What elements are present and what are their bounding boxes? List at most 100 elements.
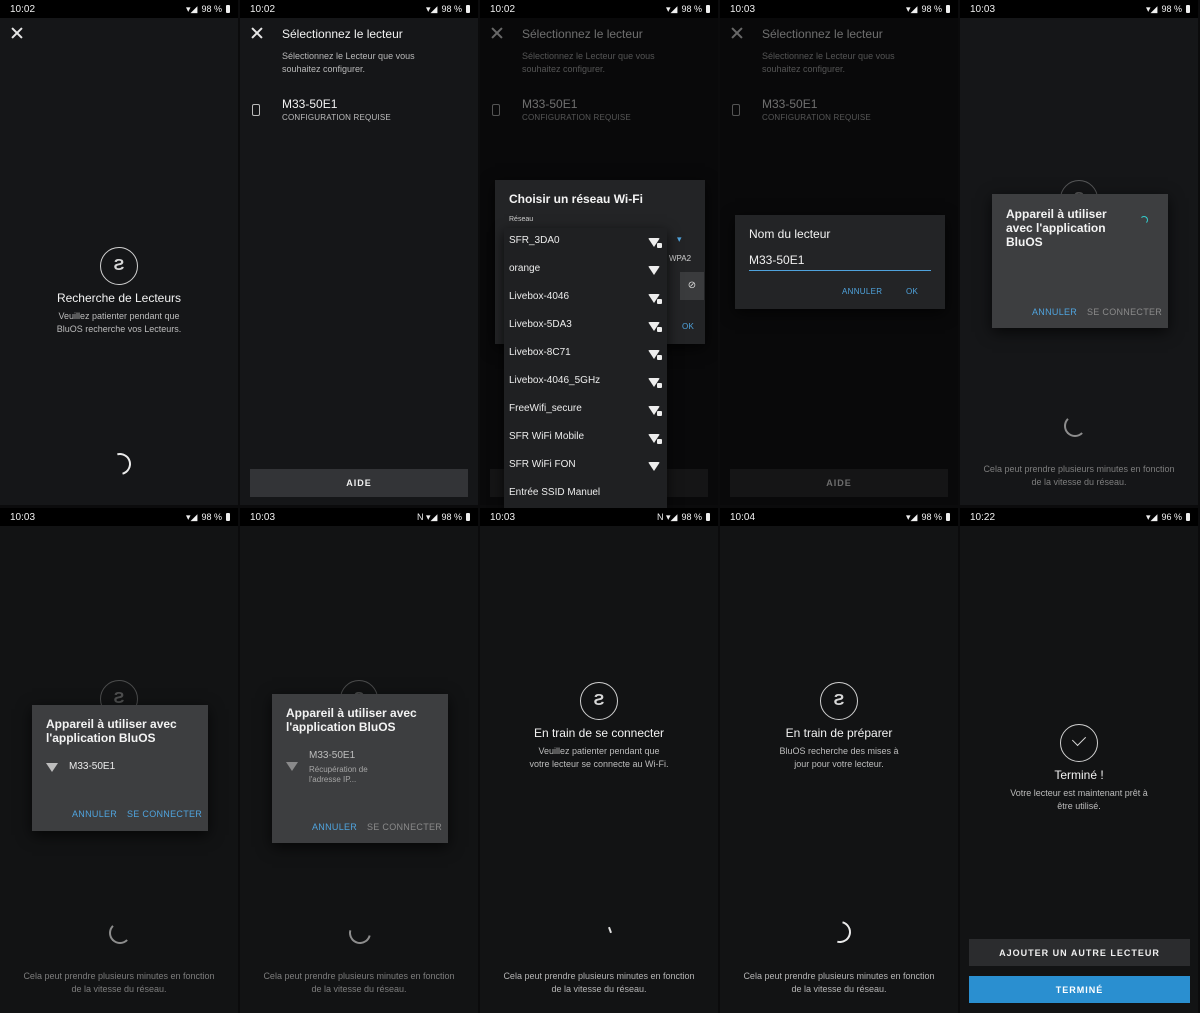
network-item[interactable]: Livebox-5DA3 [509, 319, 572, 330]
wifi-signal-icon [648, 462, 660, 471]
battery-level: 98 % [921, 512, 942, 522]
network-item[interactable]: Livebox-4046 [509, 291, 569, 302]
cancel-button[interactable]: ANNULER [312, 822, 357, 832]
device-name: M33-50E1 [309, 750, 356, 761]
done-subtitle: Votre lecteur est maintenant prêt à être… [1010, 788, 1148, 811]
screen-connecting: 10:03 N ▾◢ 98 % Ƨ En train de se connecte… [480, 508, 718, 1013]
ok-button-partial[interactable]: OK [682, 322, 694, 331]
loading-spinner [1064, 415, 1086, 437]
battery-level: 98 % [441, 4, 462, 14]
clock: 10:03 [730, 3, 756, 15]
status-bar: 10:03 N ▾◢ 98 % [240, 508, 478, 526]
nfc-wifi-status-icon: N ▾◢ [657, 511, 678, 522]
lock-icon [657, 439, 662, 444]
done-button[interactable]: TERMINÉ [969, 976, 1190, 1003]
status-bar: 10:02 ▾◢ 98 % [240, 0, 478, 18]
pair-dialog: Appareil à utiliser avec l'application B… [272, 694, 448, 843]
cancel-button[interactable]: ANNULER [842, 287, 882, 296]
loading-spinner [344, 917, 376, 949]
cancel-button[interactable]: ANNULER [72, 809, 117, 819]
battery-level: 98 % [201, 4, 222, 14]
player-name-input[interactable]: M33-50E1 [749, 253, 931, 271]
network-item[interactable]: SFR WiFi Mobile [509, 431, 584, 442]
battery-level: 98 % [681, 4, 702, 14]
wifi-status-icon: ▾◢ [186, 511, 198, 522]
lock-icon [657, 327, 662, 332]
dropdown-arrow-icon[interactable]: ▾ [677, 234, 682, 245]
network-item[interactable]: FreeWifi_secure [509, 403, 582, 414]
connect-button[interactable]: SE CONNECTER [367, 822, 442, 832]
clock: 10:03 [490, 511, 516, 523]
device-name[interactable]: M33-50E1 [69, 761, 115, 772]
connect-button[interactable]: SE CONNECTER [127, 809, 202, 819]
pair-dialog-title: Appareil à utiliser avec l'application B… [286, 706, 417, 734]
network-item[interactable]: Livebox-8C71 [509, 347, 571, 358]
wifi-dialog-title: Choisir un réseau Wi-Fi [509, 192, 643, 206]
security-type: WPA2 [669, 254, 692, 263]
wifi-status-icon: ▾◢ [906, 3, 918, 14]
searching-title: Recherche de Lecteurs [56, 291, 182, 305]
screen-preparing: 10:04 ▾◢ 98 % Ƨ En train de préparer BluO… [720, 508, 958, 1013]
connect-button[interactable]: SE CONNECTER [1087, 307, 1162, 317]
clock: 10:03 [250, 511, 276, 523]
clock: 10:02 [490, 3, 516, 15]
name-dialog-title: Nom du lecteur [749, 227, 831, 241]
screen-pair-device: 10:03 ▾◢ 98 % Ƨ Cela peut prendre plusieu… [0, 508, 238, 1013]
nfc-wifi-status-icon: N ▾◢ [417, 511, 438, 522]
close-icon[interactable] [250, 26, 264, 40]
page-subtitle: Sélectionnez le Lecteur que vous souhait… [282, 51, 415, 74]
battery-icon [706, 5, 710, 13]
battery-icon [226, 5, 230, 13]
battery-level: 96 % [1161, 512, 1182, 522]
wifi-icon [46, 763, 58, 772]
lock-icon [657, 299, 662, 304]
network-item[interactable]: Livebox-4046_5GHz [509, 375, 600, 386]
player-name: M33-50E1 [282, 97, 338, 111]
wifi-status-icon: ▾◢ [426, 3, 438, 14]
battery-icon [466, 513, 470, 521]
clock: 10:04 [730, 511, 756, 523]
status-bar: 10:03 ▾◢ 98 % [0, 508, 238, 526]
clock: 10:03 [970, 3, 996, 15]
cancel-button[interactable]: ANNULER [1032, 307, 1077, 317]
loading-spinner [104, 448, 136, 480]
network-item[interactable]: SFR_3DA0 [509, 235, 560, 246]
player-list-item[interactable]: M33-50E1 CONFIGURATION REQUISE [252, 96, 468, 130]
wifi-signal-icon [648, 266, 660, 275]
screen-select-player: 10:02 ▾◢ 98 % Sélectionnez le lecteur Sél… [240, 0, 478, 505]
screen-pair-ip: 10:03 N ▾◢98 % Ƨ Cela peut prendre plusi… [240, 508, 478, 1013]
network-item[interactable]: SFR WiFi FON [509, 459, 576, 470]
network-label: Réseau [509, 216, 534, 223]
manual-ssid-item[interactable]: Entrée SSID Manuel [509, 487, 600, 498]
done-title: Terminé ! [1054, 768, 1104, 782]
ok-button[interactable]: OK [906, 287, 918, 296]
battery-icon [946, 5, 950, 13]
searching-subtitle: Veuillez patienter pendant que BluOS rec… [56, 311, 182, 334]
wifi-network-list: SFR_3DA0 orange Livebox-4046 Livebox-5DA… [504, 228, 667, 508]
preparing-title: En train de préparer [785, 726, 893, 740]
lock-icon [657, 383, 662, 388]
battery-level: 98 % [681, 512, 702, 522]
help-button[interactable]: AIDE [250, 469, 468, 497]
speaker-icon [252, 104, 260, 116]
lock-icon [657, 355, 662, 360]
wifi-icon [286, 762, 298, 771]
lock-icon [657, 411, 662, 416]
status-bar: 10:03 ▾◢ 98 % [720, 0, 958, 18]
player-status: CONFIGURATION REQUISE [282, 113, 391, 122]
status-bar: 10:02 ▾◢ 98 % [0, 0, 238, 18]
connecting-subtitle: Veuillez patienter pendant que votre lec… [529, 746, 669, 769]
screen-done: 10:22 ▾◢ 96 % Terminé ! Votre lecteur est… [960, 508, 1198, 1013]
pair-dialog: Appareil à utiliser avec l'application B… [32, 705, 208, 831]
battery-icon [226, 513, 230, 521]
close-icon[interactable] [10, 26, 24, 40]
clock: 10:02 [250, 3, 276, 15]
duration-note: Cela peut prendre plusieurs minutes en f… [743, 971, 935, 994]
battery-icon [466, 5, 470, 13]
network-item[interactable]: orange [509, 263, 540, 274]
show-password-icon[interactable]: ⊘ [680, 272, 704, 300]
wifi-status-icon: ▾◢ [666, 3, 678, 14]
add-another-player-button[interactable]: AJOUTER UN AUTRE LECTEUR [969, 939, 1190, 966]
pair-dialog-title: Appareil à utiliser avec l'application B… [1006, 207, 1107, 249]
page-title: Sélectionnez le lecteur [282, 27, 403, 41]
